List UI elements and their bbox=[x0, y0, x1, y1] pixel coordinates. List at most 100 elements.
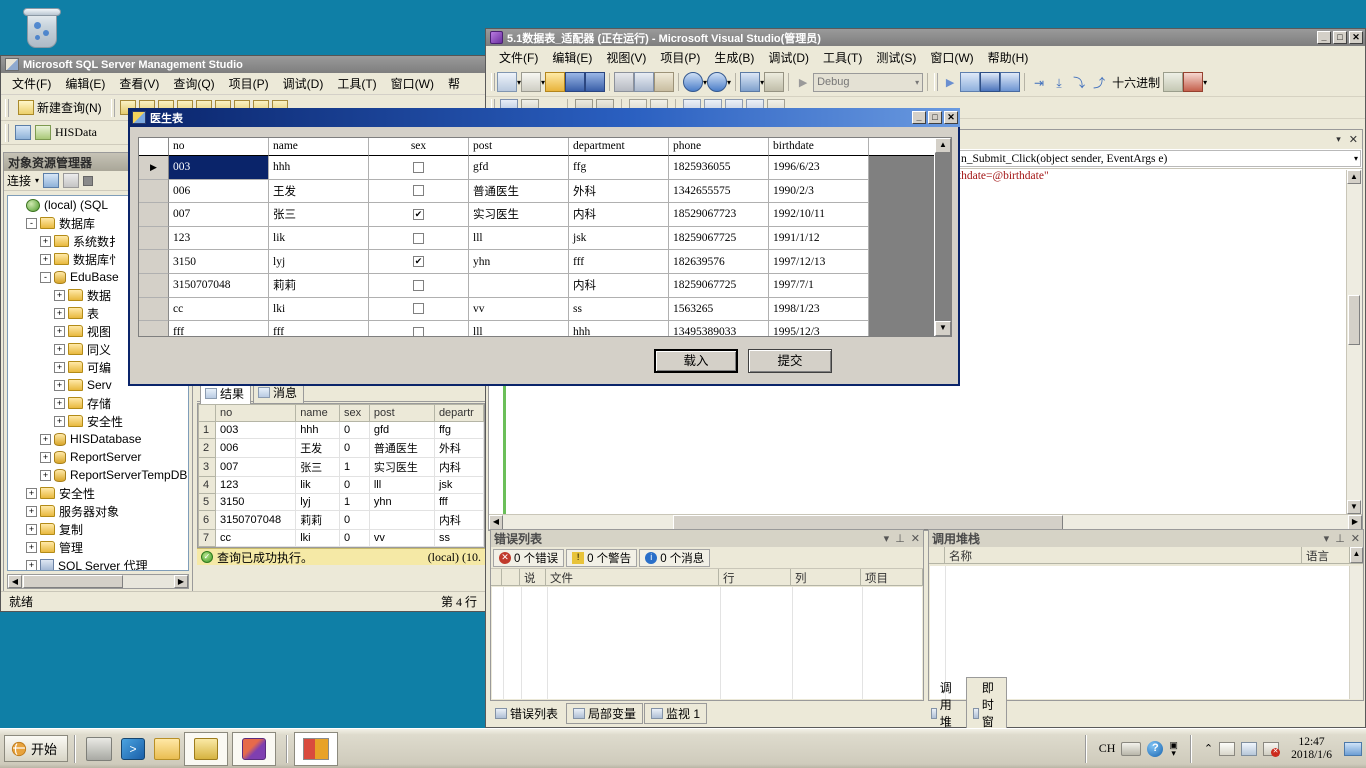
error-list-col-header[interactable] bbox=[502, 569, 520, 585]
datagridview-cell[interactable]: ss bbox=[569, 297, 669, 322]
results-cell[interactable]: 内科 bbox=[433, 510, 484, 530]
expand-icon[interactable]: + bbox=[40, 253, 51, 265]
row-number[interactable]: 5 bbox=[198, 493, 216, 511]
taskbar[interactable]: 开始 > CH ? ▣ ▾ ⌃ ✕ 12:47 2018/1/6 bbox=[0, 728, 1366, 768]
results-cell[interactable]: 0 bbox=[339, 510, 370, 530]
results-cell[interactable]: lyj bbox=[295, 493, 340, 511]
expand-icon[interactable]: + bbox=[54, 397, 65, 409]
datagridview-cell[interactable]: lll bbox=[469, 321, 569, 336]
call-stack-titlebar[interactable]: 调用堆栈 ▾ ⊥ ✕ bbox=[929, 530, 1363, 547]
row-header-cell[interactable] bbox=[139, 273, 169, 298]
ssms-menu-help[interactable]: 帮 bbox=[441, 73, 467, 94]
datagridview-cell[interactable]: 王发 bbox=[269, 179, 369, 204]
results-cell[interactable]: 0 bbox=[339, 476, 370, 494]
row-header-cell[interactable] bbox=[139, 250, 169, 274]
vs-titlebar[interactable]: 5.1数据表_适配器 (正在运行) - Microsoft Visual Stu… bbox=[486, 29, 1365, 46]
datagridview-cell[interactable]: 实习医生 bbox=[469, 203, 569, 227]
row-header-current-icon[interactable]: ▶ bbox=[139, 156, 169, 180]
ime-indicator[interactable]: CH bbox=[1099, 741, 1116, 756]
datagridview-cell[interactable]: 13495389033 bbox=[669, 321, 769, 336]
results-cell[interactable]: cc bbox=[214, 529, 297, 547]
stop-debugging-icon[interactable] bbox=[980, 72, 1001, 92]
ssms-menu-project[interactable]: 项目(P) bbox=[222, 73, 276, 94]
datagridview-col-header[interactable]: phone bbox=[669, 138, 769, 156]
results-cell[interactable]: 3150 bbox=[214, 493, 297, 511]
chevron-up-icon[interactable]: ⌃ bbox=[1204, 742, 1213, 755]
system-tray[interactable]: CH ? ▣ ▾ ⌃ ✕ 12:47 2018/1/6 bbox=[1079, 732, 1366, 766]
oe-stop-icon[interactable] bbox=[83, 175, 94, 186]
table-row[interactable]: 2 006 王发 0 普通医生 外科 bbox=[198, 438, 484, 458]
hex-display-label[interactable]: 十六进制 bbox=[1112, 74, 1160, 91]
results-cell[interactable]: 003 bbox=[214, 421, 297, 439]
table-row[interactable]: cc lki vv ss 1563265 1998/1/23 bbox=[139, 297, 934, 322]
chevron-down-icon[interactable]: ▾ bbox=[35, 176, 39, 185]
doctor-table-dialog[interactable]: 医生表 _ □ ✕ no name sex post department phone bi… bbox=[128, 108, 960, 386]
table-row[interactable]: 007 张三 ✔ 实习医生 内科 18529067723 1992/10/11 bbox=[139, 203, 934, 227]
results-cell[interactable]: jsk bbox=[433, 476, 484, 494]
vs-menu-project[interactable]: 项目(P) bbox=[653, 47, 707, 68]
toolbar-grip[interactable] bbox=[5, 98, 9, 117]
taskbar-item-visual-studio[interactable] bbox=[232, 731, 277, 766]
results-col-header[interactable]: post bbox=[368, 404, 435, 422]
table-row[interactable]: 7 cc lki 0 vv ss bbox=[198, 529, 484, 547]
datagridview-col-header[interactable]: birthdate bbox=[769, 138, 869, 156]
tree-node[interactable]: + SQL Server 代理 bbox=[8, 556, 188, 570]
ssms-menu-window[interactable]: 窗口(W) bbox=[384, 73, 441, 94]
new-query-button[interactable]: 新建查询(N) bbox=[14, 98, 106, 117]
sex-checkbox-cell[interactable]: ✔ bbox=[369, 250, 469, 274]
expand-icon[interactable]: + bbox=[40, 235, 51, 247]
datagridview-cell[interactable]: 18259067725 bbox=[669, 226, 769, 251]
ssms-menu-file[interactable]: 文件(F) bbox=[5, 73, 58, 94]
results-cell[interactable]: 普通医生 bbox=[368, 438, 435, 458]
datagridview-cell[interactable]: 1991/1/12 bbox=[769, 226, 869, 251]
copy-icon[interactable] bbox=[634, 72, 655, 92]
call-stack-panel[interactable]: 调用堆栈 ▾ ⊥ ✕ 名称 语言 ▲ bbox=[928, 529, 1364, 701]
volume-muted-icon[interactable]: ✕ bbox=[1263, 741, 1281, 757]
vs-toolbar-grip[interactable] bbox=[491, 73, 495, 91]
sex-checkbox-cell[interactable] bbox=[369, 226, 469, 251]
row-number[interactable]: 6 bbox=[198, 510, 216, 530]
results-cell[interactable]: yhn bbox=[368, 493, 435, 511]
results-col-header[interactable]: departr bbox=[433, 404, 484, 422]
desktop-icon-recycle-bin[interactable] bbox=[12, 4, 72, 50]
pin-icon[interactable]: ⊥ bbox=[895, 532, 905, 545]
header-select-all-cell[interactable] bbox=[139, 138, 169, 156]
table-row[interactable]: ▶ 003 hhh gfd ffg 1825936055 1996/6/23 bbox=[139, 156, 934, 180]
ssms-menu-query[interactable]: 查询(Q) bbox=[166, 73, 221, 94]
datagridview-cell[interactable]: 1342655575 bbox=[669, 179, 769, 204]
results-cell[interactable]: 王发 bbox=[295, 438, 340, 458]
vs-menu-window[interactable]: 窗口(W) bbox=[923, 47, 980, 68]
vs-menu-build[interactable]: 生成(B) bbox=[707, 47, 761, 68]
sex-checkbox-cell[interactable] bbox=[369, 297, 469, 322]
vs-menu-test[interactable]: 测试(S) bbox=[869, 47, 923, 68]
datagridview-cell[interactable]: 1992/10/11 bbox=[769, 203, 869, 227]
results-grid-container[interactable]: no name sex post departr 1 003 hhh 0 gfd ffg 2 006 王发… bbox=[197, 403, 485, 548]
expand-icon[interactable]: + bbox=[54, 325, 65, 337]
sex-checkbox-cell[interactable] bbox=[369, 156, 469, 180]
error-list-col-header[interactable]: 列 bbox=[791, 569, 861, 585]
tree-node[interactable]: + 管理 bbox=[8, 538, 188, 556]
bottom-tab[interactable]: 监视 1 bbox=[644, 702, 708, 724]
datagridview-cell[interactable]: hhh bbox=[269, 156, 369, 180]
datagridview-col-header[interactable]: name bbox=[269, 138, 369, 156]
expand-icon[interactable]: + bbox=[54, 307, 65, 319]
messages-filter-button[interactable]: i 0 个消息 bbox=[639, 548, 711, 567]
close-icon[interactable]: ✕ bbox=[911, 532, 920, 545]
error-list-col-header[interactable]: 项目 bbox=[861, 569, 923, 585]
datagridview-cell[interactable]: 1997/12/13 bbox=[769, 250, 869, 274]
datagridview-cell[interactable]: lik bbox=[269, 226, 369, 251]
quicklaunch-explorer[interactable] bbox=[150, 733, 184, 765]
error-list-col-header[interactable]: 行 bbox=[719, 569, 791, 585]
table-row[interactable]: 3 007 张三 1 实习医生 内科 bbox=[198, 457, 484, 477]
results-cell[interactable]: gfd bbox=[368, 421, 435, 439]
scroll-up-icon[interactable]: ▲ bbox=[1347, 170, 1361, 184]
oe-disconnect-icon[interactable] bbox=[63, 173, 80, 188]
expand-icon[interactable]: + bbox=[26, 505, 37, 517]
undo-icon[interactable] bbox=[683, 72, 704, 92]
taskbar-item-ssms[interactable] bbox=[184, 731, 229, 766]
vs-standard-toolbar[interactable]: ▾ ▾ ▾ ▾ ▾ ▶ Debug ▾ ▶ ⇥ ⤓ ⤵ ⤴ 十六进制 ▾ bbox=[486, 68, 1365, 97]
results-col-header[interactable]: sex bbox=[339, 404, 370, 422]
navigate-backward-icon[interactable] bbox=[740, 72, 761, 92]
tree-node[interactable]: + 安全性 bbox=[8, 412, 188, 430]
results-cell[interactable]: hhh bbox=[295, 421, 340, 439]
